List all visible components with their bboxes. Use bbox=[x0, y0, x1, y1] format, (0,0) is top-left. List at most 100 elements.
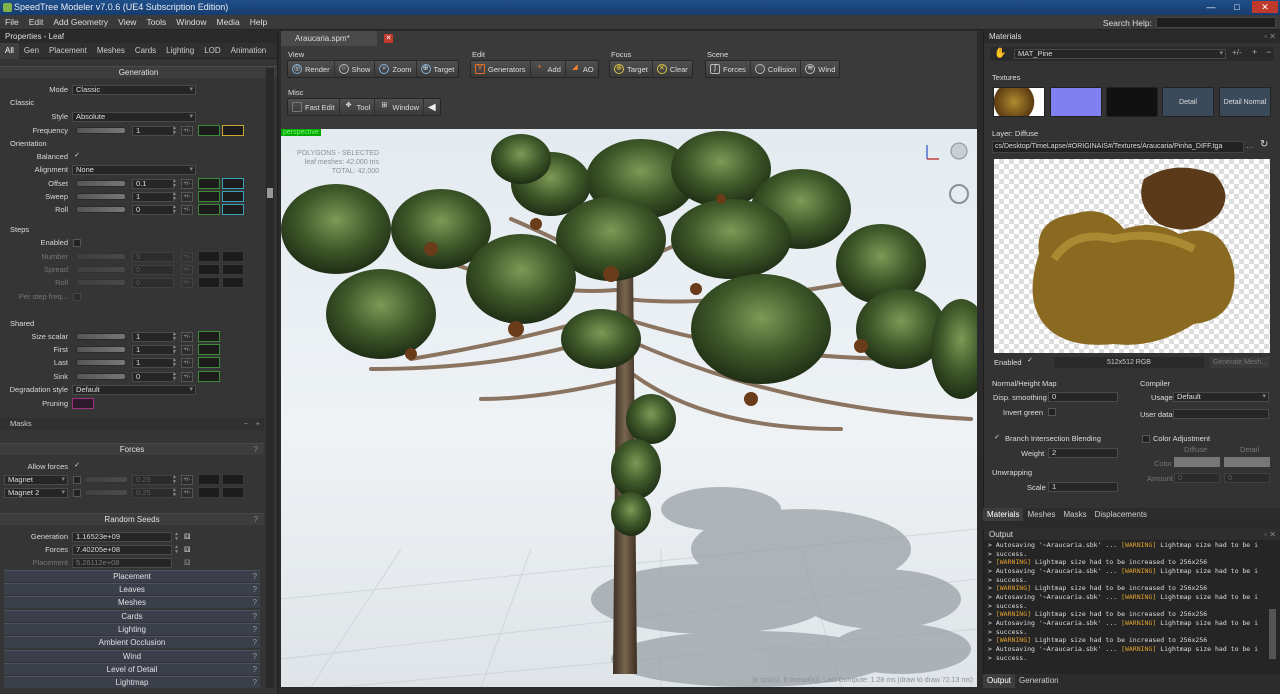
frequency-variance-button[interactable]: +/- bbox=[181, 126, 193, 136]
tab-output[interactable]: Output bbox=[983, 674, 1016, 688]
steps-spread-curve[interactable] bbox=[198, 264, 220, 275]
scrollbar-thumb[interactable] bbox=[267, 188, 273, 198]
size-scalar-input[interactable]: 1 bbox=[132, 332, 174, 342]
fast-edit-button[interactable]: Fast Edit bbox=[288, 99, 340, 115]
dice-icon[interactable]: ⚅ bbox=[184, 557, 191, 569]
clear-button[interactable]: ✕ Clear bbox=[653, 61, 692, 77]
specular-texture-thumb[interactable] bbox=[1106, 87, 1158, 117]
maximize-button[interactable]: □ bbox=[1224, 1, 1250, 13]
wind-button[interactable]: ≋ Wind bbox=[801, 61, 839, 77]
search-help-input[interactable] bbox=[1156, 17, 1276, 28]
diffuse-amount-input[interactable]: 0 bbox=[1174, 473, 1220, 483]
output-scrollbar[interactable] bbox=[1269, 609, 1276, 659]
show-button[interactable]: ○ Show bbox=[335, 61, 376, 77]
roll-slider[interactable] bbox=[76, 206, 126, 213]
offset-input[interactable]: 0.1 bbox=[132, 179, 174, 189]
menu-view[interactable]: View bbox=[113, 15, 141, 30]
dice-icon[interactable]: ⚅ bbox=[184, 544, 191, 556]
help-icon[interactable]: ? bbox=[254, 514, 258, 526]
magnet-slider[interactable] bbox=[84, 476, 128, 483]
tab-cards[interactable]: Cards bbox=[130, 43, 161, 59]
magnet-input[interactable]: 0.25 bbox=[132, 475, 174, 485]
section-lightmap[interactable]: Lightmap? bbox=[4, 676, 260, 688]
detail-texture-slot[interactable]: Detail bbox=[1162, 87, 1214, 117]
size-scalar-slider[interactable] bbox=[76, 333, 126, 340]
last-variance-button[interactable]: +/- bbox=[181, 358, 193, 368]
browse-button[interactable]: … bbox=[1246, 141, 1254, 150]
steps-roll-slider[interactable] bbox=[76, 279, 126, 286]
disp-smoothing-input[interactable]: 0 bbox=[1048, 392, 1118, 402]
last-input[interactable]: 1 bbox=[132, 358, 174, 368]
roll-spinner[interactable]: ▲ ▼ bbox=[172, 205, 178, 215]
first-spinner[interactable]: ▲ ▼ bbox=[172, 345, 178, 355]
help-icon[interactable]: ? bbox=[253, 624, 257, 636]
invert-green-checkbox[interactable] bbox=[1048, 408, 1056, 416]
help-icon[interactable]: ? bbox=[253, 597, 257, 609]
sweep-slider[interactable] bbox=[76, 193, 126, 200]
add-button[interactable]: + Add bbox=[531, 61, 566, 77]
help-icon[interactable]: ? bbox=[253, 637, 257, 649]
section-meshes[interactable]: Meshes? bbox=[4, 596, 260, 608]
detail-amount-input[interactable]: 0 bbox=[1224, 473, 1270, 483]
masks-remove-button[interactable]: − bbox=[244, 418, 248, 430]
help-icon[interactable]: ? bbox=[253, 584, 257, 596]
frequency-curve-2[interactable] bbox=[222, 125, 244, 136]
offset-slider[interactable] bbox=[76, 180, 126, 187]
last-spinner[interactable]: ▲ ▼ bbox=[172, 358, 178, 368]
sink-input[interactable]: 0 bbox=[132, 372, 174, 382]
allow-forces-checkbox[interactable]: ✓ bbox=[73, 462, 81, 471]
roll-variance-button[interactable]: +/- bbox=[181, 205, 193, 215]
offset-curve-2[interactable] bbox=[222, 178, 244, 189]
sweep-spinner[interactable]: ▲ ▼ bbox=[172, 192, 178, 202]
ao-button[interactable]: ◢ AO bbox=[566, 61, 598, 77]
magnet2-checkbox[interactable] bbox=[73, 489, 81, 497]
document-tab[interactable]: Araucaria.spm* ✕ bbox=[281, 31, 393, 46]
frequency-input[interactable]: 1 bbox=[132, 126, 174, 136]
section-cards[interactable]: Cards? bbox=[4, 610, 260, 622]
first-slider[interactable] bbox=[76, 346, 126, 353]
help-icon[interactable]: ? bbox=[253, 664, 257, 676]
magnet2-curve[interactable] bbox=[198, 487, 220, 498]
random-seeds-header[interactable]: Random Seeds? bbox=[0, 513, 264, 525]
steps-number-variance-button[interactable]: +/- bbox=[181, 252, 193, 262]
steps-spread-curve-2[interactable] bbox=[222, 264, 244, 275]
diffuse-color-swatch[interactable] bbox=[1174, 457, 1220, 467]
generate-mesh-button[interactable]: Generate Mesh... bbox=[1210, 357, 1270, 368]
sink-slider[interactable] bbox=[76, 373, 126, 380]
menu-add-geometry[interactable]: Add Geometry bbox=[48, 15, 113, 30]
size-scalar-spinner[interactable]: ▲ ▼ bbox=[172, 332, 178, 342]
collision-button[interactable]: ◌ Collision bbox=[751, 61, 802, 77]
sweep-curve[interactable] bbox=[198, 191, 220, 202]
sink-spinner[interactable]: ▲ ▼ bbox=[172, 372, 178, 382]
forces-button[interactable]: ʃ Forces bbox=[706, 61, 751, 77]
tab-displacements[interactable]: Displacements bbox=[1091, 508, 1151, 521]
forces-seed-spinner[interactable]: ▲ ▼ bbox=[174, 545, 180, 555]
view-target-button[interactable]: ⊕ Target bbox=[417, 61, 459, 77]
frequency-spinner[interactable]: ▲ ▼ bbox=[172, 126, 178, 136]
steps-number-curve[interactable] bbox=[198, 251, 220, 262]
color-adjust-checkbox[interactable] bbox=[1142, 435, 1150, 443]
dice-icon[interactable]: ⚅ bbox=[184, 531, 191, 543]
magnet-select[interactable]: Magnet bbox=[4, 475, 68, 485]
menu-file[interactable]: File bbox=[0, 15, 24, 30]
detail-color-swatch[interactable] bbox=[1224, 457, 1270, 467]
3d-viewport[interactable]: perspective POLYGONS - SELECTED leaf mes… bbox=[281, 129, 977, 687]
forces-seed-input[interactable]: 7.40205e+08 bbox=[72, 545, 172, 555]
focus-target-button[interactable]: ⊕ Target bbox=[610, 61, 653, 77]
mode-select[interactable]: Classic bbox=[72, 85, 196, 95]
material-variance-button[interactable]: +/- bbox=[1232, 48, 1242, 57]
steps-roll-curve[interactable] bbox=[198, 277, 220, 288]
camera-label[interactable]: perspective bbox=[281, 129, 321, 136]
frequency-slider[interactable] bbox=[76, 127, 126, 134]
offset-curve[interactable] bbox=[198, 178, 220, 189]
generation-seed-input[interactable]: 1.16523e+09 bbox=[72, 532, 172, 542]
tab-materials[interactable]: Materials bbox=[983, 508, 1024, 521]
texture-enabled-checkbox[interactable]: ✓ bbox=[1026, 357, 1034, 366]
magnet2-spinner[interactable]: ▲ ▼ bbox=[172, 488, 178, 498]
tab-all[interactable]: All bbox=[0, 42, 19, 59]
frequency-curve[interactable] bbox=[198, 125, 220, 136]
sink-variance-button[interactable]: +/- bbox=[181, 372, 193, 382]
section-ambient-occlusion[interactable]: Ambient Occlusion? bbox=[4, 636, 260, 648]
help-icon[interactable]: ? bbox=[253, 651, 257, 663]
steps-spread-input[interactable]: 0 bbox=[132, 265, 174, 275]
